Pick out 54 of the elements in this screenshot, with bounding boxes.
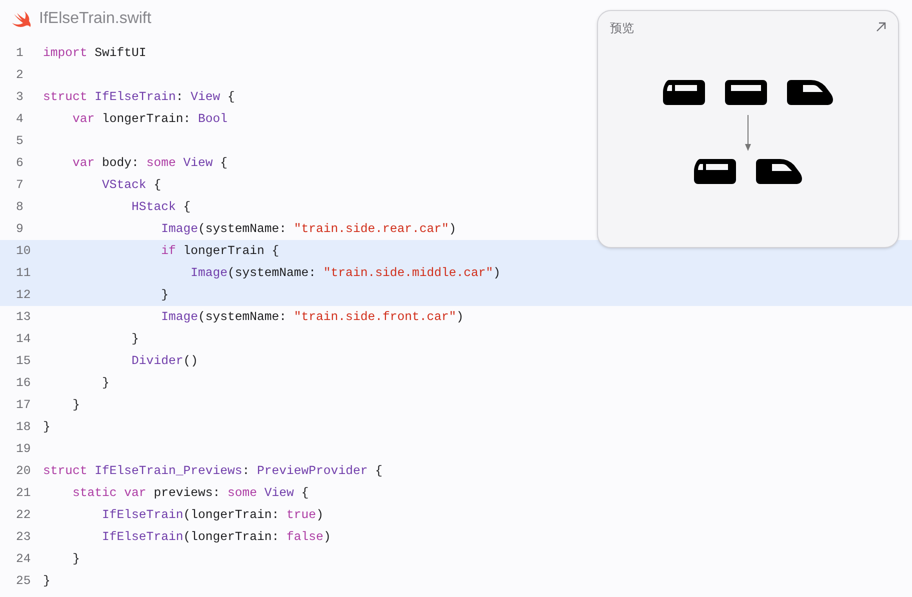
- line-number: 6: [15, 154, 24, 172]
- code-text: HStack {: [130, 198, 191, 216]
- code-text: Divider(): [130, 352, 198, 370]
- line-number: 20: [15, 462, 32, 480]
- code-text: Image(systemName: "train.side.rear.car"): [160, 220, 456, 238]
- line-number: 2: [15, 66, 24, 84]
- code-text: static var previews: some View {: [72, 484, 309, 502]
- code-text: }: [130, 330, 139, 348]
- rear-car-icon: [663, 80, 705, 105]
- swift-logo-icon: [12, 10, 32, 28]
- code-text: }: [101, 374, 110, 392]
- front-car-icon: [787, 80, 833, 105]
- code-text: }: [160, 286, 168, 304]
- code-text: }: [72, 396, 80, 414]
- code-text: }: [72, 550, 80, 568]
- code-text: }: [43, 572, 50, 590]
- line-number: 4: [15, 110, 24, 128]
- line-number: 25: [15, 572, 32, 590]
- line-number: 16: [15, 374, 32, 392]
- line-number: 22: [15, 506, 32, 524]
- line-number: 24: [15, 550, 32, 568]
- code-text: struct IfElseTrain_Previews: PreviewProvider {: [43, 462, 382, 480]
- line-number: 14: [15, 330, 32, 348]
- code-text: if longerTrain {: [160, 242, 280, 260]
- line-number: 19: [15, 440, 32, 458]
- code-text: struct IfElseTrain: View {: [43, 88, 235, 106]
- line-number: 9: [15, 220, 24, 238]
- code-text: }: [43, 418, 50, 436]
- expand-icon[interactable]: [876, 22, 886, 32]
- code-text: var body: some View {: [72, 154, 228, 172]
- line-number: 23: [15, 528, 32, 546]
- line-number: 5: [15, 132, 24, 150]
- line-number: 8: [15, 198, 24, 216]
- code-text: var longerTrain: Bool: [72, 110, 228, 128]
- code-text: Image(systemName: "train.side.front.car"): [160, 308, 464, 326]
- line-number: 18: [15, 418, 32, 436]
- middle-car-icon: [725, 80, 767, 105]
- line-number: 15: [15, 352, 32, 370]
- line-number: 21: [15, 484, 32, 502]
- front-car-icon: [756, 159, 802, 184]
- line-number: 17: [15, 396, 32, 414]
- code-text: IfElseTrain(longerTrain: true): [101, 506, 324, 524]
- code-text: import SwiftUI: [43, 44, 146, 62]
- file-name: IfElseTrain.swift: [39, 9, 152, 29]
- preview-title: 预览: [610, 20, 634, 37]
- code-text: VStack {: [101, 176, 162, 194]
- line-number: 1: [15, 44, 24, 62]
- line-number: 13: [15, 308, 32, 326]
- down-arrow-icon: [745, 115, 751, 151]
- code-text: IfElseTrain(longerTrain: false): [101, 528, 331, 546]
- line-number: 3: [15, 88, 24, 106]
- rear-car-icon: [694, 159, 736, 184]
- line-number: 7: [15, 176, 24, 194]
- code-text: Image(systemName: "train.side.middle.car"): [190, 264, 501, 282]
